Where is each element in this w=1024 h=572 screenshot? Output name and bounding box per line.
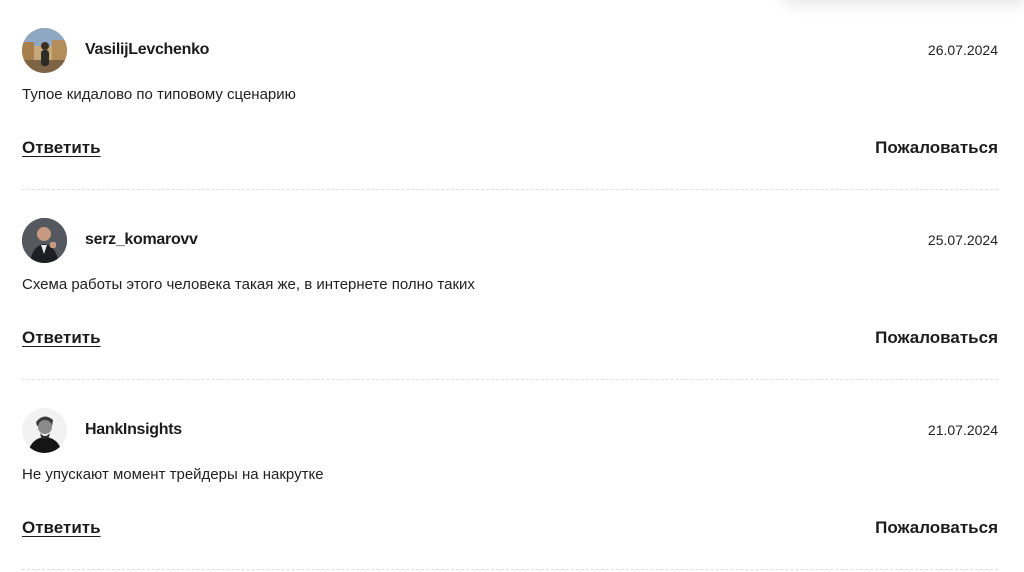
user-avatar-icon bbox=[22, 27, 67, 73]
report-button[interactable]: Пожаловаться bbox=[875, 328, 998, 348]
avatar[interactable] bbox=[22, 407, 67, 453]
user-avatar-icon bbox=[22, 217, 67, 263]
reply-button[interactable]: Ответить bbox=[22, 518, 101, 538]
comment-header: HankInsights 21.07.2024 bbox=[22, 407, 998, 453]
comments-list: VasilijLevchenko 26.07.2024 Тупое кидало… bbox=[22, 0, 998, 570]
comment-item: serz_komarovv 25.07.2024 Схема работы эт… bbox=[22, 190, 998, 380]
user-avatar-icon bbox=[22, 407, 67, 453]
comment-text: Не упускают момент трейдеры на накрутке bbox=[22, 466, 324, 483]
comment-username[interactable]: serz_komarovv bbox=[85, 231, 198, 249]
reply-button[interactable]: Ответить bbox=[22, 328, 101, 348]
comment-actions: Ответить Пожаловаться bbox=[22, 138, 998, 158]
comment-item: HankInsights 21.07.2024 Не упускают моме… bbox=[22, 380, 998, 570]
comment-header: VasilijLevchenko 26.07.2024 bbox=[22, 27, 998, 73]
avatar[interactable] bbox=[22, 27, 67, 73]
comment-date: 26.07.2024 bbox=[927, 42, 998, 58]
comment-item: VasilijLevchenko 26.07.2024 Тупое кидало… bbox=[22, 0, 998, 190]
comment-username[interactable]: VasilijLevchenko bbox=[85, 41, 209, 59]
comment-header: serz_komarovv 25.07.2024 bbox=[22, 217, 998, 263]
comment-text: Тупое кидалово по типовому сценарию bbox=[22, 86, 296, 103]
comment-actions: Ответить Пожаловаться bbox=[22, 328, 998, 348]
avatar[interactable] bbox=[22, 217, 67, 263]
comment-date: 25.07.2024 bbox=[927, 232, 998, 248]
comment-text: Схема работы этого человека такая же, в … bbox=[22, 276, 475, 293]
report-button[interactable]: Пожаловаться bbox=[875, 518, 998, 538]
report-button[interactable]: Пожаловаться bbox=[875, 138, 998, 158]
comment-date: 21.07.2024 bbox=[927, 422, 998, 438]
comment-username[interactable]: HankInsights bbox=[85, 421, 182, 439]
reply-button[interactable]: Ответить bbox=[22, 138, 101, 158]
comment-actions: Ответить Пожаловаться bbox=[22, 518, 998, 538]
